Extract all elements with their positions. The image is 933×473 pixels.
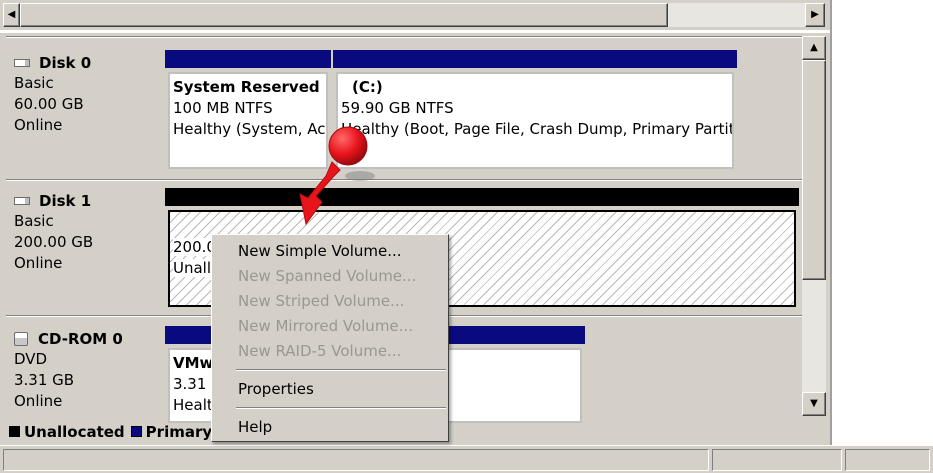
horizontal-scrollbar[interactable]: ◀ ▶ <box>0 0 830 30</box>
partition-size: 200.0 <box>173 238 216 256</box>
menu-item-new-spanned-volume[interactable]: New Spanned Volume... <box>214 264 446 289</box>
menu-separator <box>236 369 446 371</box>
divider <box>6 179 802 181</box>
menu-item-new-striped-volume[interactable]: New Striped Volume... <box>214 289 446 314</box>
disk-1-title: Disk 1 <box>6 191 160 211</box>
scroll-down-button[interactable]: ▼ <box>802 392 826 416</box>
partition-size: 100 MB NTFS <box>173 99 273 117</box>
red-pointer-arrow <box>299 126 375 226</box>
disk-0-status: Online <box>14 116 63 134</box>
scroll-right-button[interactable]: ▶ <box>805 3 825 27</box>
disk-1-status: Online <box>14 254 63 272</box>
cdrom-0-size: 3.31 GB <box>14 371 75 389</box>
legend-label-unallocated: Unallocated <box>24 422 125 441</box>
legend-label-primary: Primary <box>145 422 213 441</box>
disk-1-name: Disk 1 <box>39 192 92 210</box>
vertical-scrollbar[interactable]: ▲ ▼ <box>802 36 826 416</box>
partition-bar <box>165 50 331 68</box>
scroll-left-button[interactable]: ◀ <box>3 3 20 27</box>
disk-0-title: Disk 0 <box>6 53 160 73</box>
menu-item-new-raid5-volume[interactable]: New RAID-5 Volume... <box>214 339 446 364</box>
disk-1-type: Basic <box>14 212 54 230</box>
partition-size: 3.31 <box>173 375 207 393</box>
partition-status: Healthy (Boot, Page File, Crash Dump, Pr… <box>341 120 734 138</box>
status-panel <box>3 449 709 471</box>
cdrom-0-name: CD-ROM 0 <box>38 330 123 348</box>
right-pane <box>830 0 933 445</box>
horizontal-scroll-thumb[interactable] <box>20 3 668 27</box>
disk-0-info[interactable]: Disk 0 Basic 60.00 GB Online <box>6 53 160 136</box>
partition-name: VMw <box>173 354 214 372</box>
disk-0-type: Basic <box>14 74 54 92</box>
status-panel <box>845 449 930 471</box>
partition-bar <box>165 188 799 206</box>
hard-disk-icon <box>14 197 30 205</box>
partition-name: (C:) <box>352 78 383 96</box>
menu-item-help[interactable]: Help <box>214 415 446 440</box>
partition-status: Healt <box>173 396 213 414</box>
partition-c[interactable]: (C:) 59.90 GB NTFS Healthy (Boot, Page F… <box>333 50 737 172</box>
cdrom-0-title: CD-ROM 0 <box>6 329 160 349</box>
legend-swatch-unallocated <box>9 426 20 437</box>
status-panel <box>712 449 842 471</box>
disk-1-info[interactable]: Disk 1 Basic 200.00 GB Online <box>6 191 160 274</box>
context-menu: New Simple Volume... New Spanned Volume.… <box>211 234 449 442</box>
partition-name: System Reserved <box>173 78 320 96</box>
menu-separator <box>236 407 446 409</box>
divider <box>6 36 802 38</box>
partition-body: (C:) 59.90 GB NTFS Healthy (Boot, Page F… <box>336 72 734 169</box>
disk-0-name: Disk 0 <box>39 54 92 72</box>
cdrom-0-status: Online <box>14 392 63 410</box>
cdrom-0-type: DVD <box>14 350 48 368</box>
disk-1-size: 200.00 GB <box>14 233 94 251</box>
hard-disk-icon <box>14 59 30 67</box>
cdrom-0-info[interactable]: CD-ROM 0 DVD 3.31 GB Online <box>6 329 160 412</box>
cd-drive-icon <box>14 332 28 346</box>
menu-item-new-mirrored-volume[interactable]: New Mirrored Volume... <box>214 314 446 339</box>
menu-item-properties[interactable]: Properties <box>214 377 446 402</box>
legend-swatch-primary <box>130 426 142 437</box>
partition-status: Unall <box>173 259 212 277</box>
status-bar <box>0 445 933 473</box>
partition-bar <box>333 50 737 68</box>
vertical-scroll-thumb[interactable] <box>802 60 826 280</box>
disk-0-size: 60.00 GB <box>14 95 84 113</box>
menu-item-new-simple-volume[interactable]: New Simple Volume... <box>214 239 446 264</box>
partition-size: 59.90 GB NTFS <box>341 99 454 117</box>
scroll-up-button[interactable]: ▲ <box>802 36 826 60</box>
